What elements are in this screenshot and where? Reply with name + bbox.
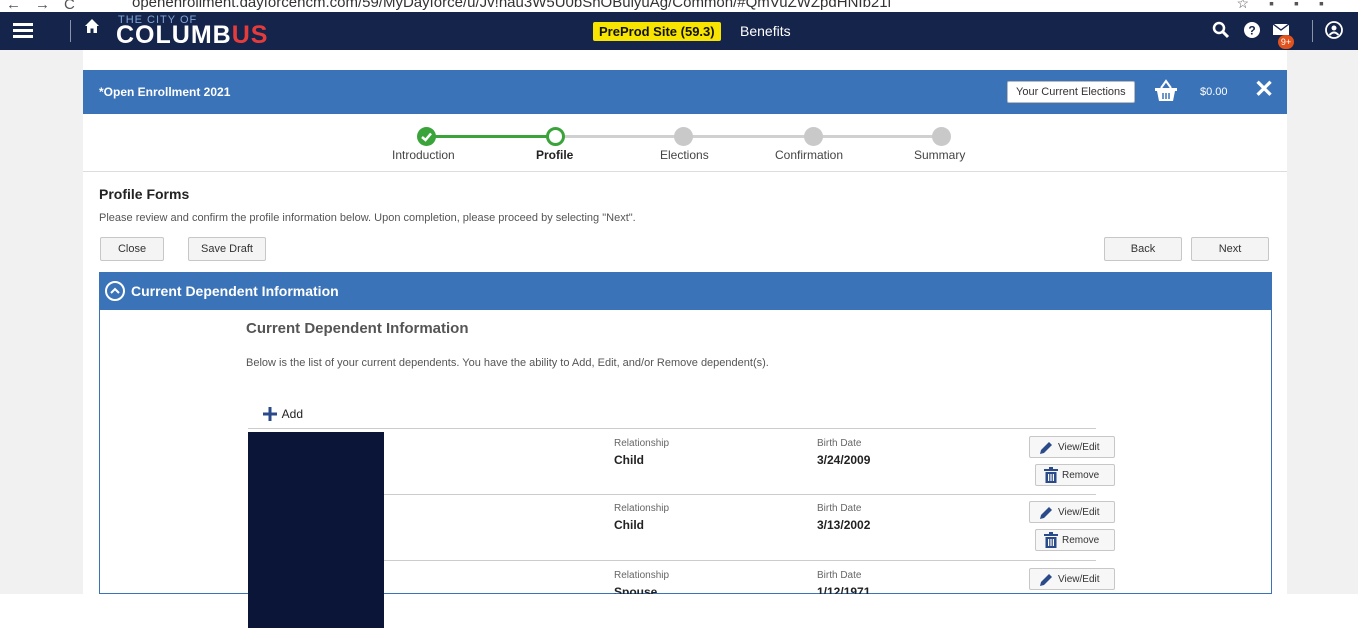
close-button[interactable]: Close: [100, 237, 164, 261]
close-icon[interactable]: ✕: [1254, 77, 1274, 103]
city-of-columbus-logo[interactable]: THE CITY OF COLUMBUS: [114, 12, 304, 50]
step-label-elections: Elections: [660, 148, 709, 162]
page-description: Please review and confirm the profile in…: [99, 212, 636, 224]
add-dependent-button[interactable]: Add: [263, 404, 303, 425]
relationship-label: Relationship: [614, 503, 670, 514]
pencil-icon: [1040, 507, 1052, 519]
view-edit-button[interactable]: View/Edit: [1029, 436, 1115, 458]
browser-toolbar: ←→C openenrollment.dayforcehcm.com/59/My…: [0, 0, 1358, 12]
right-gutter: [1287, 50, 1358, 594]
app-name: Benefits: [740, 23, 791, 39]
view-edit-button[interactable]: View/Edit: [1029, 568, 1115, 590]
step-label-profile: Profile: [536, 148, 574, 162]
section-description: Below is the list of your current depend…: [246, 357, 769, 369]
app-top-bar: THE CITY OF COLUMBUS PreProd Site (59.3)…: [0, 12, 1358, 50]
relationship-label: Relationship: [614, 438, 670, 449]
step-connector: [426, 135, 551, 138]
view-edit-label: View/Edit: [1058, 507, 1100, 518]
pencil-icon: [1040, 442, 1052, 454]
step-connector: [555, 135, 947, 138]
next-button[interactable]: Next: [1191, 237, 1269, 261]
step-node-introduction[interactable]: [417, 127, 436, 146]
dependent-birth-date: 3/24/2009: [817, 453, 871, 467]
remove-button[interactable]: Remove: [1035, 464, 1115, 486]
remove-button[interactable]: Remove: [1035, 529, 1115, 551]
address-bar[interactable]: openenrollment.dayforcehcm.com/59/MyDayf…: [132, 0, 891, 11]
dependent-relationship: Child: [614, 518, 644, 532]
user-profile-icon[interactable]: [1324, 21, 1344, 41]
step-node-confirmation[interactable]: [804, 127, 823, 146]
help-icon[interactable]: ?: [1242, 21, 1262, 41]
left-gutter: [0, 50, 83, 594]
plus-icon: [263, 404, 279, 425]
back-button[interactable]: Back: [1104, 237, 1182, 261]
pencil-icon: [1040, 574, 1052, 586]
home-icon[interactable]: [84, 18, 100, 39]
preprod-site-badge: PreProd Site (59.3): [593, 22, 721, 41]
birth-date-label: Birth Date: [817, 438, 862, 449]
birth-date-label: Birth Date: [817, 503, 862, 514]
collapse-chevron-icon[interactable]: [105, 281, 125, 301]
dependent-section-header[interactable]: Current Dependent Information: [99, 272, 1272, 310]
step-label-confirmation: Confirmation: [775, 148, 844, 162]
list-divider: [248, 428, 1096, 429]
enrollment-header: *Open Enrollment 2021 Your Current Elect…: [83, 70, 1287, 114]
view-edit-button[interactable]: View/Edit: [1029, 501, 1115, 523]
progress-stepper: Introduction Profile Elections Confirmat…: [83, 114, 1287, 172]
trash-icon: [1044, 532, 1058, 548]
cart-basket-icon[interactable]: [1153, 78, 1179, 104]
view-edit-label: View/Edit: [1058, 574, 1100, 585]
redacted-dependent-names: [248, 432, 384, 628]
trash-icon: [1044, 467, 1058, 483]
dependent-birth-date: 3/13/2002: [817, 518, 871, 532]
step-node-profile[interactable]: [546, 127, 565, 146]
search-icon[interactable]: [1211, 21, 1231, 41]
browser-nav-icons[interactable]: ←→C: [6, 0, 89, 12]
dependent-relationship: Child: [614, 453, 644, 467]
divider: [70, 20, 71, 42]
add-label: Add: [281, 407, 304, 421]
step-node-summary[interactable]: [932, 127, 951, 146]
hamburger-menu-icon[interactable]: [13, 20, 33, 40]
svg-text:?: ?: [1248, 24, 1255, 38]
view-edit-label: View/Edit: [1058, 442, 1100, 453]
step-node-elections[interactable]: [674, 127, 693, 146]
your-current-elections-button[interactable]: Your Current Elections: [1007, 81, 1135, 103]
cart-total: $0.00: [1200, 86, 1228, 98]
birth-date-label: Birth Date: [817, 570, 862, 581]
cropped-bottom: [0, 594, 1358, 628]
step-label-summary: Summary: [914, 148, 966, 162]
page-title: Profile Forms: [99, 186, 190, 202]
remove-label: Remove: [1062, 535, 1100, 546]
logo-big-text: COLUMBUS: [116, 21, 269, 49]
browser-extension-icons[interactable]: ☆▪▪▪: [1237, 0, 1344, 12]
section-title: Current Dependent Information: [246, 320, 469, 337]
remove-label: Remove: [1062, 470, 1100, 481]
relationship-label: Relationship: [614, 570, 670, 581]
step-label-introduction: Introduction: [392, 148, 455, 162]
divider: [1312, 20, 1313, 42]
notification-badge: 9+: [1278, 35, 1294, 49]
enrollment-title: *Open Enrollment 2021: [99, 85, 231, 99]
section-header-label: Current Dependent Information: [131, 283, 339, 299]
save-draft-button[interactable]: Save Draft: [188, 237, 266, 261]
